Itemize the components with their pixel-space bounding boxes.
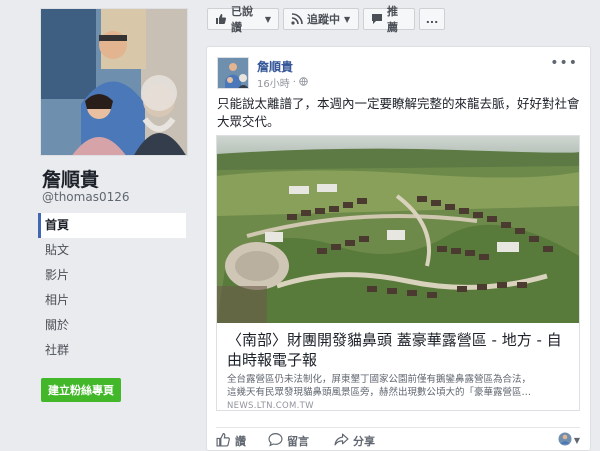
create-page-button[interactable]: 建立粉絲專頁 xyxy=(41,378,121,402)
link-title[interactable]: 〈南部〉財團開發貓鼻頭 蓋豪華露營區 - 地方 - 自由時報電子報 xyxy=(227,330,573,370)
more-options-button[interactable]: ... xyxy=(419,8,445,30)
share-action-button[interactable]: 分享 xyxy=(334,432,375,450)
rss-icon xyxy=(291,13,303,25)
post-meta: 16小時 · xyxy=(257,75,308,90)
nav-item-photos[interactable]: 相片 xyxy=(38,288,186,313)
thumbs-up-icon xyxy=(216,432,231,450)
recommend-button[interactable]: 推薦 xyxy=(363,5,415,34)
share-arrow-icon xyxy=(334,432,349,450)
post-as-selector[interactable]: ▼ xyxy=(558,431,580,450)
chevron-down-icon: ▼ xyxy=(344,14,351,24)
comment-icon xyxy=(268,432,283,450)
more-label: ... xyxy=(425,12,439,26)
page-name[interactable]: 詹順貴 xyxy=(42,165,99,192)
liked-button[interactable]: 已說讚 ▼ xyxy=(207,5,279,34)
left-column: 詹順貴 @thomas0126 首頁 貼文 影片 相片 關於 社群 建立粉絲專頁 xyxy=(0,0,200,451)
link-description-line: 這幾天有民眾發現貓鼻頭風景區旁，赫然出現數公頃大的「豪華露營區… xyxy=(227,387,532,398)
share-action-label: 分享 xyxy=(353,435,375,448)
page-nav: 首頁 貼文 影片 相片 關於 社群 xyxy=(38,213,186,363)
avatar[interactable] xyxy=(217,57,249,89)
liked-label: 已說讚 xyxy=(231,5,253,34)
nav-item-about[interactable]: 關於 xyxy=(38,313,186,338)
link-preview[interactable]: 〈南部〉財團開發貓鼻頭 蓋豪華露營區 - 地方 - 自由時報電子報 全台露營區仍… xyxy=(216,135,580,411)
recommend-label: 推薦 xyxy=(387,5,398,34)
profile-photo[interactable] xyxy=(40,8,188,156)
comment-action-button[interactable]: 留言 xyxy=(268,432,309,450)
link-description: 全台露營區仍未法制化，屏東墾丁國家公園前僅有鵝鑾鼻露營區為合法， 這幾天有民眾發… xyxy=(227,373,573,399)
chevron-down-icon: ▼ xyxy=(264,14,271,24)
avatar xyxy=(558,431,572,450)
comment-action-label: 留言 xyxy=(287,435,309,448)
nav-item-posts[interactable]: 貼文 xyxy=(38,238,186,263)
like-action-label: 讚 xyxy=(235,435,246,448)
following-label: 追蹤中 xyxy=(307,13,340,26)
post-author[interactable]: 詹順貴 xyxy=(257,58,293,75)
globe-icon xyxy=(299,76,308,89)
link-domain: NEWS.LTN.COM.TW xyxy=(227,401,314,411)
page-handle[interactable]: @thomas0126 xyxy=(42,190,130,204)
link-preview-image[interactable] xyxy=(217,136,579,323)
like-icon xyxy=(215,13,227,25)
nav-item-videos[interactable]: 影片 xyxy=(38,263,186,288)
nav-item-home[interactable]: 首頁 xyxy=(38,213,186,238)
post-action-bar: 讚 留言 分享 ▼ xyxy=(216,427,580,448)
post-time[interactable]: 16小時 xyxy=(257,75,290,90)
following-button[interactable]: 追蹤中 ▼ xyxy=(283,8,359,30)
nav-item-community[interactable]: 社群 xyxy=(38,338,186,363)
like-action-button[interactable]: 讚 xyxy=(216,432,246,450)
speech-bubble-icon xyxy=(371,13,383,25)
post-options-button[interactable]: ••• xyxy=(550,55,578,71)
chevron-down-icon: ▼ xyxy=(573,436,580,445)
link-description-line: 全台露營區仍未法制化，屏東墾丁國家公園前僅有鵝鑾鼻露營區為合法， xyxy=(227,374,532,385)
post-text: 只能說太離譜了，本週內一定要瞭解完整的來龍去脈，好好對社會大眾交代。 xyxy=(217,96,580,129)
post-card: 詹順貴 16小時 · ••• 只能說太離譜了，本週內一定要瞭解完整的來龍去脈，好… xyxy=(206,46,591,451)
